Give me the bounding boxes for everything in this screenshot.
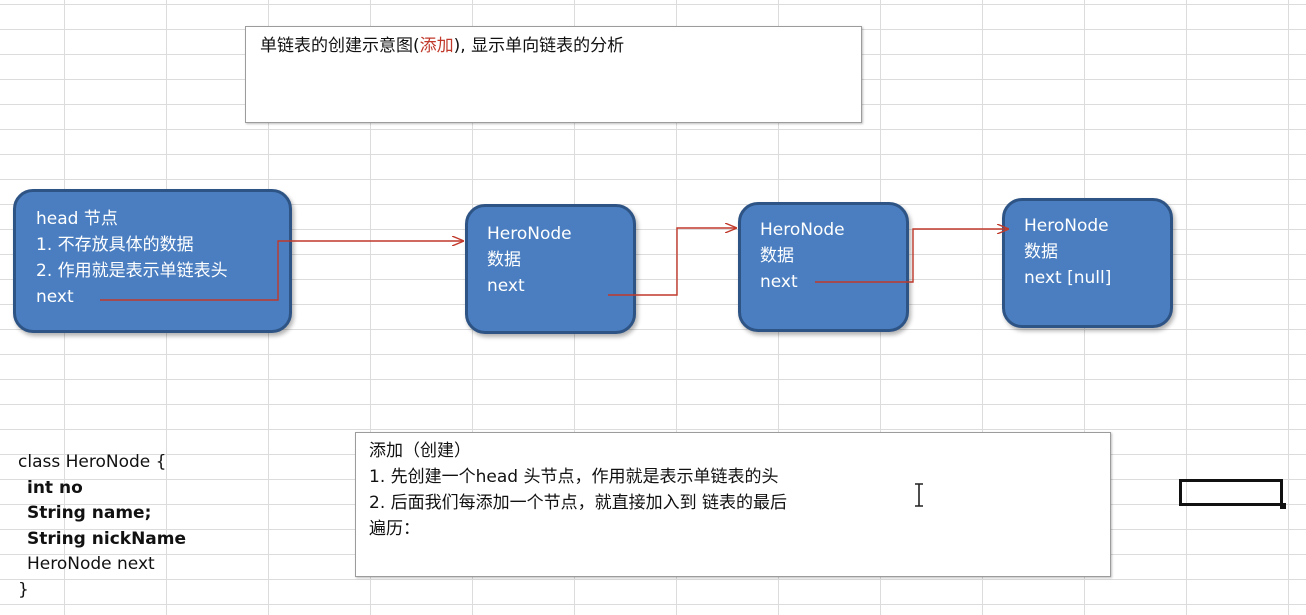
head-node-next-label: next <box>36 287 74 307</box>
class-def-field: String nickName <box>27 528 187 549</box>
notes-line: 2. 后面我们每添加一个节点，就直接加入到 链表的最后 <box>369 493 788 513</box>
hero-node-2-data: 数据 <box>760 246 794 266</box>
hero-node-1-next: next <box>487 276 525 296</box>
text-cursor-icon <box>915 483 923 507</box>
hero-node-2-next: next <box>760 272 798 292</box>
title-text-before: 单链表的创建示意图( <box>260 36 420 56</box>
notes-textbox[interactable]: 添加（创建） 1. 先创建一个head 头节点，作用就是表示单链表的头 2. 后… <box>355 432 1111 577</box>
head-node-line: head 节点 <box>36 209 118 229</box>
hero-node-3: HeroNode 数据 next [null] <box>1002 198 1173 328</box>
title-text-red: 添加 <box>419 36 454 56</box>
hero-node-1-type: HeroNode <box>487 224 572 244</box>
notes-line: 1. 先创建一个head 头节点，作用就是表示单链表的头 <box>369 467 779 487</box>
head-node-line: 1. 不存放具体的数据 <box>36 235 194 255</box>
hero-node-1: HeroNode 数据 next <box>465 204 636 334</box>
title-text-after: ), 显示单向链表的分析 <box>453 36 625 56</box>
hero-node-2-type: HeroNode <box>760 220 845 240</box>
class-def-line: } <box>18 579 29 600</box>
class-def-field: HeroNode next <box>27 554 155 574</box>
hero-node-1-data: 数据 <box>487 250 521 270</box>
class-def-field: String name; <box>27 503 152 523</box>
class-def-field: int no <box>27 477 83 498</box>
class-definition: class HeroNode { int no String name; Str… <box>18 450 186 603</box>
head-node-line: 2. 作用就是表示单链表头 <box>36 261 228 281</box>
notes-line: 遍历： <box>369 519 420 539</box>
head-node-box: head 节点 1. 不存放具体的数据 2. 作用就是表示单链表头 next <box>13 189 292 333</box>
notes-line: 添加（创建） <box>369 441 471 461</box>
title-textbox: 单链表的创建示意图(添加), 显示单向链表的分析 <box>245 26 862 123</box>
class-def-line: class HeroNode { <box>18 452 167 472</box>
hero-node-3-data: 数据 <box>1024 242 1058 262</box>
hero-node-3-next: next [null] <box>1024 268 1112 288</box>
hero-node-2: HeroNode 数据 next <box>738 202 909 332</box>
hero-node-3-type: HeroNode <box>1024 216 1109 236</box>
selected-cell[interactable] <box>1179 479 1286 509</box>
